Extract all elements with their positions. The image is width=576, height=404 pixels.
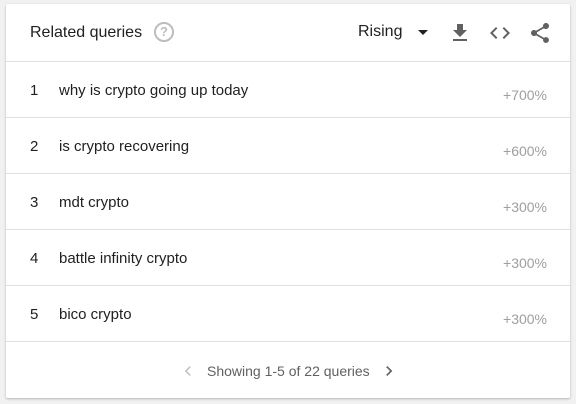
- caret-down-icon: [418, 30, 428, 35]
- query-text[interactable]: is crypto recovering: [59, 138, 189, 156]
- chevron-right-icon[interactable]: [379, 361, 399, 381]
- query-text[interactable]: battle infinity crypto: [59, 250, 187, 268]
- share-icon[interactable]: [528, 21, 552, 45]
- query-rank: 5: [30, 306, 39, 323]
- query-change-value: +700%: [503, 87, 547, 103]
- query-change-value: +300%: [503, 199, 547, 215]
- sort-dropdown-label: Rising: [358, 23, 403, 40]
- chevron-left-icon[interactable]: [178, 361, 198, 381]
- query-rank: 2: [30, 138, 39, 155]
- query-rank: 1: [30, 82, 39, 99]
- query-row[interactable]: 3 mdt crypto +300%: [6, 174, 570, 230]
- query-rank: 3: [30, 194, 39, 211]
- help-icon[interactable]: ?: [154, 22, 174, 42]
- query-text[interactable]: why is crypto going up today: [59, 82, 248, 100]
- related-queries-card: Related queries ? Rising 1 why is crypto…: [6, 4, 570, 398]
- pagination-footer: Showing 1-5 of 22 queries: [6, 345, 570, 398]
- download-icon[interactable]: [448, 21, 472, 45]
- card-header: Related queries ? Rising: [6, 4, 570, 62]
- embed-code-icon[interactable]: [488, 21, 512, 45]
- query-change-value: +300%: [503, 311, 547, 327]
- query-change-value: +600%: [503, 143, 547, 159]
- query-text[interactable]: mdt crypto: [59, 194, 129, 212]
- query-text[interactable]: bico crypto: [59, 306, 132, 324]
- pagination-status: Showing 1-5 of 22 queries: [207, 363, 370, 379]
- query-row[interactable]: 2 is crypto recovering +600%: [6, 118, 570, 174]
- card-title: Related queries: [30, 24, 143, 41]
- query-rank: 4: [30, 250, 39, 267]
- query-row[interactable]: 1 why is crypto going up today +700%: [6, 62, 570, 118]
- query-row[interactable]: 4 battle infinity crypto +300%: [6, 230, 570, 286]
- query-row[interactable]: 5 bico crypto +300%: [6, 286, 570, 342]
- query-change-value: +300%: [503, 255, 547, 271]
